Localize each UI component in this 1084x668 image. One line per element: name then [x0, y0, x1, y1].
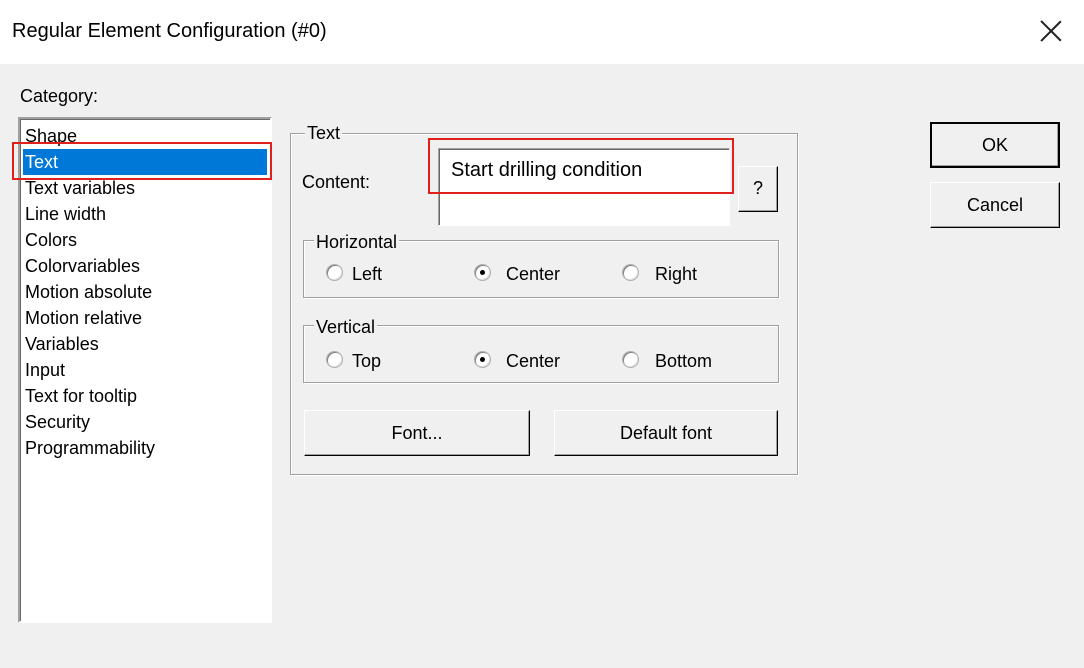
list-item-text-for-tooltip[interactable]: Text for tooltip [25, 383, 137, 409]
vertical-group-legend: Vertical [314, 317, 378, 337]
list-item-line-width[interactable]: Line width [25, 201, 106, 227]
radio-horizontal-left-label[interactable]: Left [352, 264, 382, 285]
title-bar: Regular Element Configuration (#0) [0, 0, 1084, 64]
default-font-button[interactable]: Default font [554, 410, 778, 456]
radio-horizontal-left[interactable] [326, 264, 343, 281]
help-button[interactable]: ? [738, 166, 778, 212]
category-list[interactable]: Shape Text Text variables Line width Col… [18, 117, 272, 623]
list-item-variables[interactable]: Variables [25, 331, 99, 357]
category-label: Category: [20, 86, 99, 106]
radio-horizontal-center-label[interactable]: Center [506, 264, 560, 285]
horizontal-group-legend: Horizontal [314, 232, 400, 252]
radio-vertical-top-label[interactable]: Top [352, 351, 381, 372]
radio-vertical-bottom[interactable] [622, 351, 639, 368]
cancel-button[interactable]: Cancel [930, 182, 1060, 228]
highlight-box-selected-category [12, 142, 272, 180]
window-title: Regular Element Configuration (#0) [12, 20, 327, 42]
text-group-legend: Text [305, 123, 343, 143]
radio-horizontal-right[interactable] [622, 264, 639, 281]
list-item-motion-relative[interactable]: Motion relative [25, 305, 142, 331]
radio-vertical-top[interactable] [326, 351, 343, 368]
radio-horizontal-center[interactable] [474, 264, 491, 281]
close-icon[interactable] [1034, 14, 1068, 48]
radio-vertical-bottom-label[interactable]: Bottom [655, 351, 712, 372]
radio-horizontal-right-label[interactable]: Right [655, 264, 697, 285]
list-item-security[interactable]: Security [25, 409, 90, 435]
radio-vertical-center-label[interactable]: Center [506, 351, 560, 372]
list-item-colorvariables[interactable]: Colorvariables [25, 253, 140, 279]
list-item-colors[interactable]: Colors [25, 227, 77, 253]
list-item-input[interactable]: Input [25, 357, 65, 383]
content-label: Content: [302, 172, 371, 192]
ok-button[interactable]: OK [930, 122, 1060, 168]
highlight-box-content [428, 138, 734, 194]
list-item-programmability[interactable]: Programmability [25, 435, 155, 461]
list-item-motion-absolute[interactable]: Motion absolute [25, 279, 152, 305]
font-button[interactable]: Font... [304, 410, 530, 456]
radio-vertical-center[interactable] [474, 351, 491, 368]
